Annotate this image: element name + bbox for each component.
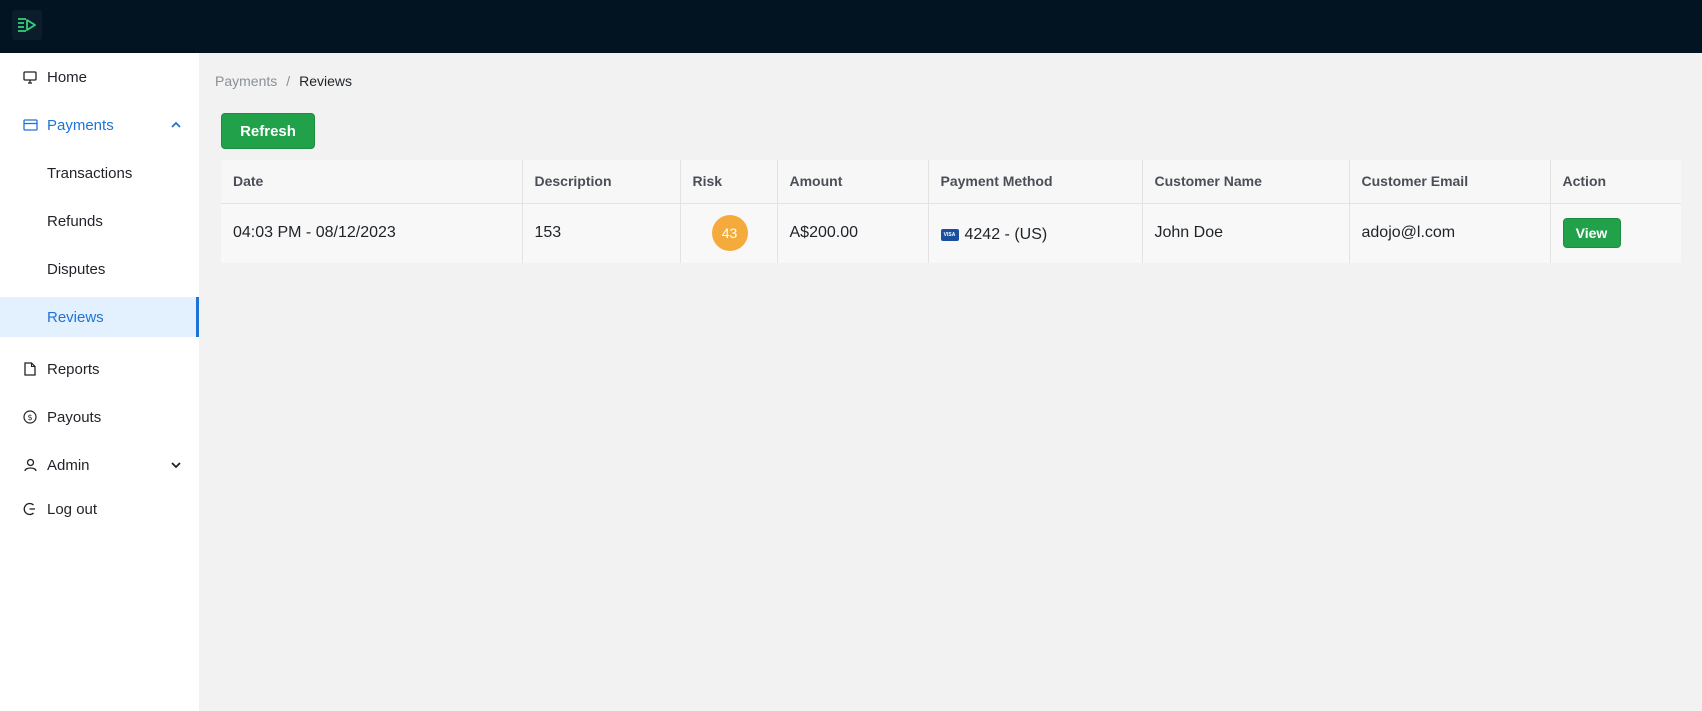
risk-score-badge: 43 [711, 215, 748, 252]
payment-method-text: 4242 - (US) [964, 225, 1048, 243]
logout-icon [22, 501, 38, 517]
sidebar-item-label: Disputes [47, 260, 106, 278]
view-button[interactable]: View [1562, 218, 1621, 249]
sidebar-item-reports[interactable]: Reports [0, 349, 199, 389]
chevron-down-icon[interactable] [170, 459, 182, 471]
cell-description: 153 [522, 203, 681, 263]
cell-customer-email: adojo@l.com [1349, 203, 1551, 263]
table-header-row: Date Description Risk Amount Payment Met… [221, 160, 1681, 204]
cell-date: 04:03 PM - 08/12/2023 [221, 203, 523, 263]
document-icon [22, 361, 38, 377]
breadcrumb-current: Reviews [299, 73, 353, 89]
sidebar-item-logout[interactable]: Log out [0, 489, 199, 529]
user-icon [22, 457, 38, 473]
breadcrumb: Payments / Reviews [215, 73, 352, 89]
refresh-button[interactable]: Refresh [221, 113, 315, 149]
breadcrumb-parent[interactable]: Payments [215, 73, 277, 89]
cell-action: View [1550, 203, 1681, 263]
sidebar-item-payouts[interactable]: $ Payouts [0, 397, 199, 437]
sidebar-item-label: Log out [47, 500, 98, 518]
column-header-amount[interactable]: Amount [777, 160, 929, 204]
svg-text:$: $ [27, 413, 32, 422]
logo-icon [18, 18, 36, 32]
sidebar-item-label: Payouts [47, 408, 102, 426]
sidebar: Home Payments Transactions Refunds Dispu… [0, 53, 199, 711]
cell-risk: 43 [680, 203, 778, 263]
app-logo[interactable] [12, 10, 42, 40]
sidebar-item-label: Transactions [47, 164, 133, 182]
sidebar-item-admin[interactable]: Admin [0, 445, 199, 485]
column-header-customer-email[interactable]: Customer Email [1349, 160, 1551, 204]
column-header-customer-name[interactable]: Customer Name [1142, 160, 1350, 204]
sidebar-item-label: Reviews [47, 308, 104, 326]
sidebar-item-refunds[interactable]: Refunds [0, 201, 199, 241]
sidebar-item-payments[interactable]: Payments [0, 105, 199, 145]
sidebar-item-home[interactable]: Home [0, 57, 199, 97]
reviews-table: Date Description Risk Amount Payment Met… [221, 160, 1681, 263]
sidebar-item-label: Payments [47, 116, 114, 134]
column-header-description[interactable]: Description [522, 160, 681, 204]
column-header-action: Action [1550, 160, 1681, 204]
sidebar-item-label: Refunds [47, 212, 103, 230]
sidebar-item-label: Reports [47, 360, 100, 378]
top-bar [0, 0, 1702, 53]
dollar-circle-icon: $ [22, 409, 38, 425]
column-header-date[interactable]: Date [221, 160, 523, 204]
cell-payment-method: VISA 4242 - (US) [928, 203, 1143, 263]
table-row[interactable]: 04:03 PM - 08/12/2023 153 43 A$200.00 VI… [221, 203, 1681, 263]
main-content: Payments / Reviews Refresh Date Descript… [199, 53, 1702, 711]
column-header-risk[interactable]: Risk [680, 160, 778, 204]
breadcrumb-separator: / [286, 73, 291, 89]
chevron-up-icon[interactable] [170, 119, 182, 131]
cell-amount: A$200.00 [777, 203, 929, 263]
sidebar-item-transactions[interactable]: Transactions [0, 153, 199, 193]
credit-card-icon [22, 117, 38, 133]
visa-card-icon: VISA [940, 228, 959, 241]
column-header-payment-method[interactable]: Payment Method [928, 160, 1143, 204]
sidebar-item-label: Home [47, 68, 88, 86]
sidebar-item-reviews[interactable]: Reviews [0, 297, 199, 337]
sidebar-item-label: Admin [47, 456, 90, 474]
sidebar-item-disputes[interactable]: Disputes [0, 249, 199, 289]
monitor-icon [22, 69, 38, 85]
cell-customer-name: John Doe [1142, 203, 1350, 263]
